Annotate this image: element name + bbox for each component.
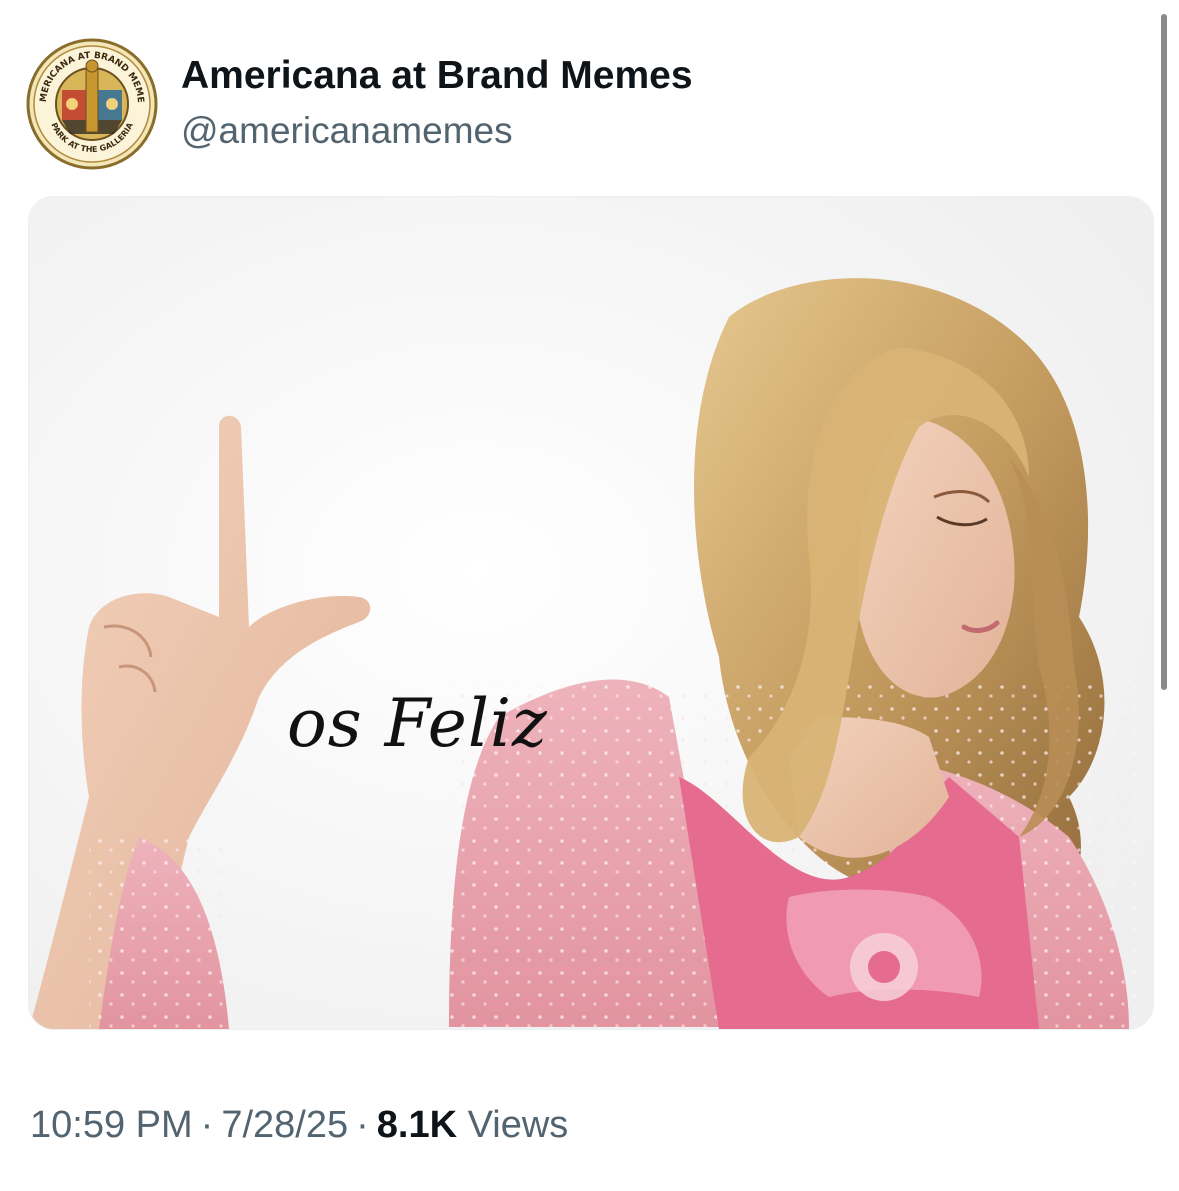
meme-photo [29, 197, 1153, 1029]
author-name[interactable]: Americana at Brand Memes [181, 54, 693, 98]
post-date[interactable]: 7/28/25 [221, 1104, 348, 1146]
author-handle[interactable]: @americanamemes [181, 110, 513, 152]
post-image[interactable]: os Feliz [28, 196, 1154, 1030]
tweet-meta: 10:59 PM · 7/28/25 · 8.1K Views [30, 1104, 568, 1147]
separator-dot: · [200, 1104, 214, 1146]
avatar[interactable]: AMERICANA AT BRAND MEMES PARK AT THE GAL… [26, 38, 158, 170]
views-label: Views [467, 1104, 569, 1146]
separator-dot: · [356, 1104, 369, 1146]
tweet-header: AMERICANA AT BRAND MEMES PARK AT THE GAL… [26, 36, 1126, 176]
scrollbar[interactable] [1161, 14, 1167, 690]
seal-logo-icon: AMERICANA AT BRAND MEMES PARK AT THE GAL… [26, 38, 158, 170]
views-count: 8.1K [376, 1104, 458, 1146]
meme-caption: os Feliz [287, 685, 548, 762]
post-time[interactable]: 10:59 PM [30, 1104, 193, 1146]
